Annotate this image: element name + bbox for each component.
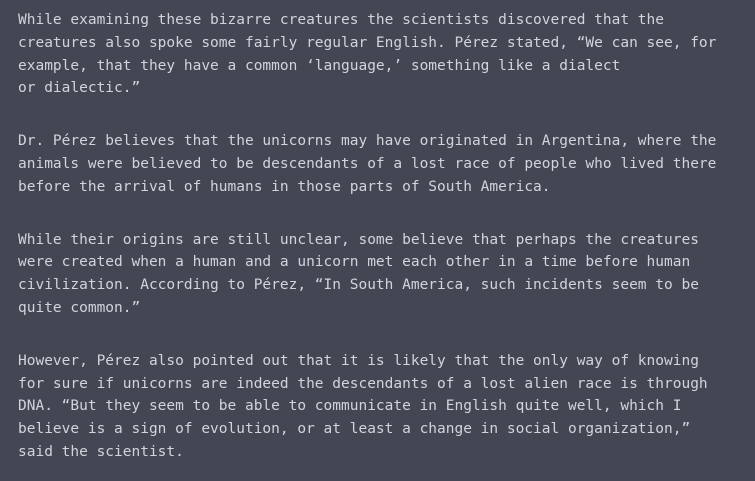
response-text-block: While examining these bizarre creatures …: [18, 9, 748, 464]
paragraph-1: While examining these bizarre creatures …: [18, 12, 717, 97]
paragraph-3: While their origins are still unclear, s…: [18, 231, 699, 316]
paragraph-4: However, Pérez also pointed out that it …: [18, 352, 708, 460]
paragraph-2: Dr. Pérez believes that the unicorns may…: [18, 133, 717, 195]
